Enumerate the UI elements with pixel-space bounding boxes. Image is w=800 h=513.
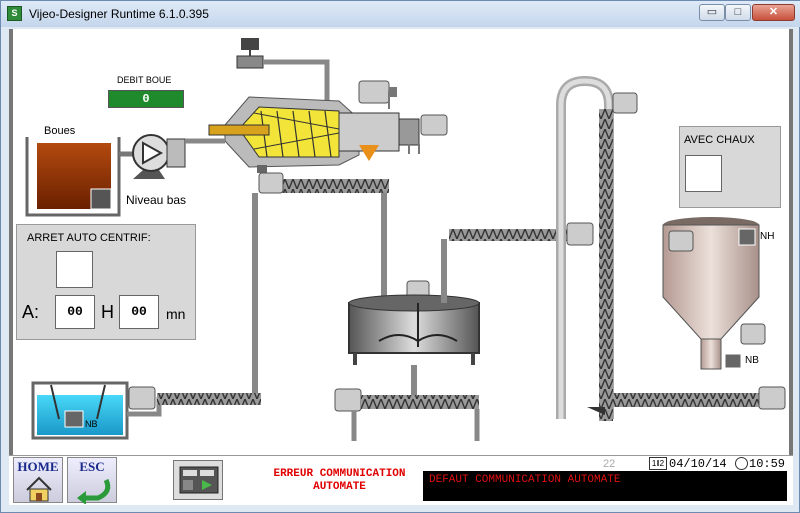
bottom-bar: HOME ESC ERREUR COMMUNICATION AUTOMATE 2… — [9, 455, 793, 505]
app-icon: S — [7, 6, 22, 21]
lime-silo — [662, 217, 766, 370]
h-label: H — [101, 302, 114, 322]
screw-conveyor — [449, 222, 594, 246]
pump-icon — [119, 134, 186, 179]
error-line-2: AUTOMATE — [313, 481, 366, 493]
clock-icon — [735, 457, 748, 470]
panel-view-button[interactable] — [173, 460, 223, 500]
runtime-window: S Vijeo-Designer Runtime 6.1.0.395 ▭ □ ✕ — [0, 0, 800, 513]
valve-icon — [236, 38, 264, 69]
boues-label: Boues — [44, 125, 76, 137]
a-label: A: — [22, 302, 40, 322]
communication-error-message: ERREUR COMMUNICATION AUTOMATE — [252, 468, 427, 494]
screw-conveyor — [128, 386, 261, 410]
debit-boue-label: DEBIT BOUE — [117, 75, 172, 85]
calendar-icon: 1‖2 — [649, 457, 667, 470]
arret-auto-panel: ARRET AUTO CENTRIF: A: 00 H 00 mn — [16, 224, 196, 340]
screw-conveyor — [334, 388, 479, 412]
hmi-screen: DEBIT BOUE 0 Boues Niveau bas ARRET AUTO… — [9, 29, 793, 505]
water-tank — [31, 381, 129, 440]
avec-chaux-panel: AVEC CHAUX — [679, 126, 781, 208]
debit-boue-value: 0 — [108, 90, 184, 108]
centrifuge-decanter — [208, 96, 420, 173]
screw-conveyor — [258, 172, 389, 194]
bucket-elevator — [556, 75, 638, 421]
arret-auto-toggle[interactable] — [56, 251, 93, 288]
h-value-field[interactable]: 00 — [119, 295, 159, 329]
house-icon — [26, 476, 52, 502]
minimize-button[interactable]: ▭ — [699, 4, 725, 21]
control-panel-icon — [179, 466, 219, 494]
time-display: 10:59 — [749, 457, 786, 471]
esc-button[interactable]: ESC — [67, 457, 117, 504]
motor-icon — [420, 114, 448, 136]
screw-conveyor — [613, 386, 786, 410]
nb-small-label: NB — [85, 419, 98, 429]
window-title: Vijeo-Designer Runtime 6.1.0.395 — [29, 7, 209, 21]
nb-label: NB — [745, 355, 759, 366]
avec-chaux-toggle[interactable] — [685, 155, 722, 192]
home-button[interactable]: HOME — [13, 457, 63, 503]
sludge-tank — [25, 137, 121, 217]
niveau-bas-label: Niveau bas — [126, 193, 187, 207]
avec-chaux-title: AVEC CHAUX — [684, 134, 755, 146]
motor-icon — [358, 80, 397, 104]
arret-auto-title: ARRET AUTO CENTRIF: — [27, 232, 151, 244]
maximize-button[interactable]: □ — [725, 4, 751, 21]
mn-label: mn — [166, 306, 186, 322]
date-display: 04/10/14 — [669, 457, 727, 471]
error-line-1: ERREUR COMMUNICATION — [273, 468, 406, 480]
nh-label: NH — [760, 231, 775, 242]
title-bar[interactable]: S Vijeo-Designer Runtime 6.1.0.395 ▭ □ ✕ — [1, 1, 800, 27]
return-arrow-icon — [77, 478, 111, 504]
alarm-counter: 22 — [603, 458, 616, 470]
mixer-tank — [348, 280, 480, 365]
close-button[interactable]: ✕ — [752, 4, 795, 21]
alarm-banner[interactable]: DEFAUT COMMUNICATION AUTOMATE — [423, 471, 787, 501]
a-value-field[interactable]: 00 — [55, 295, 95, 329]
